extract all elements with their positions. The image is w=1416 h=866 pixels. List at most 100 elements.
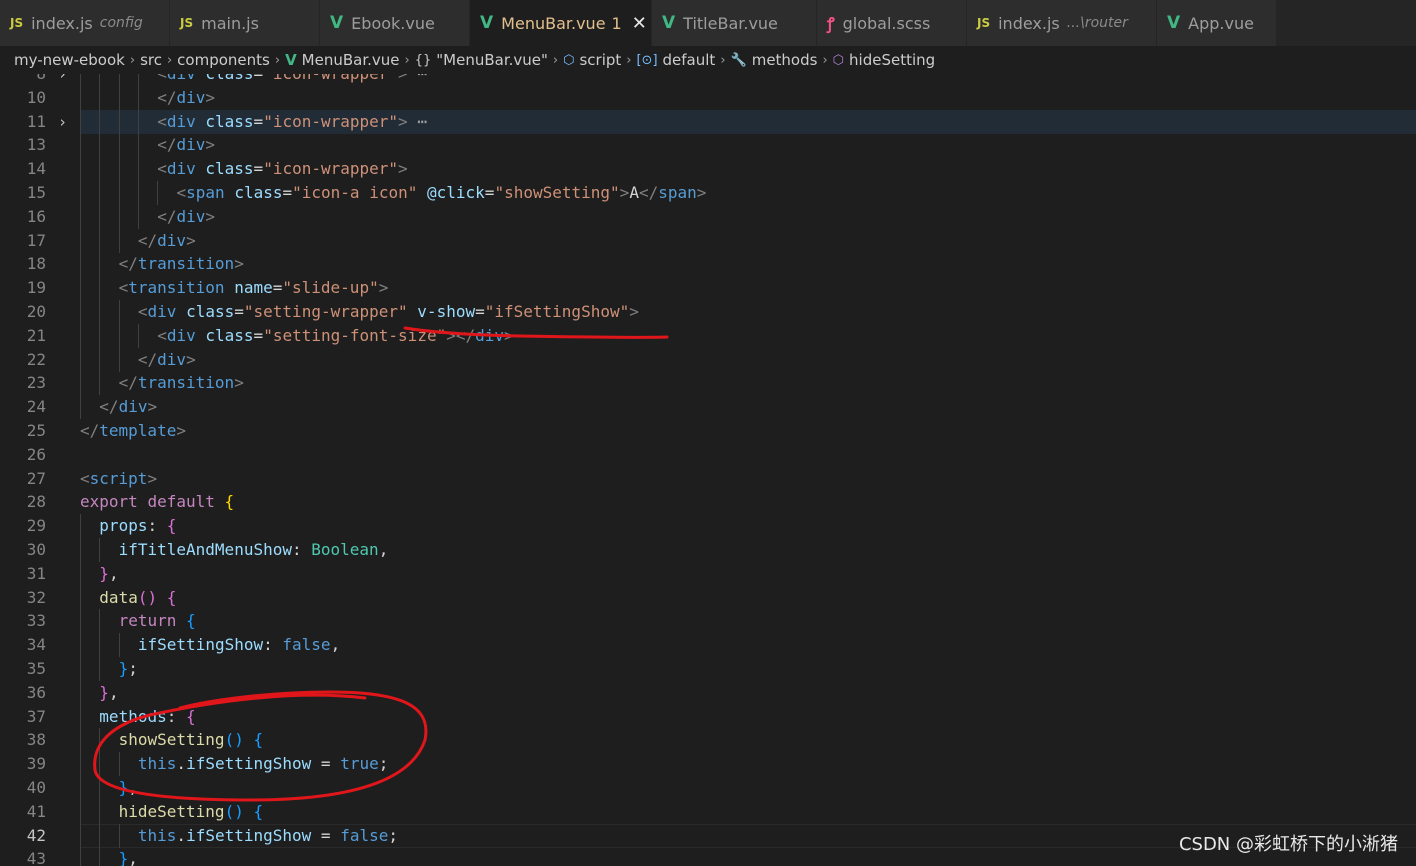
chevron-right-icon: › [404,52,410,68]
code-line[interactable]: 19 <transition name="slide-up"> [0,276,1416,301]
code-text: ifTitleAndMenuShow: Boolean, [118,540,389,559]
line-number: 11 [26,111,46,131]
indent-guide [80,157,81,182]
tab-ebook-vue[interactable]: V Ebook.vue [320,0,470,46]
indent-guide [137,109,139,134]
close-icon[interactable]: ✕ [632,13,647,34]
tab-main-js[interactable]: JS main.js [170,0,320,46]
code-line[interactable]: 37 methods: { [0,704,1416,729]
breadcrumb-item[interactable]: [⊙] default [636,51,715,69]
code-line[interactable]: 18 </transition> [0,252,1416,277]
code-line[interactable]: 11 › <div class="icon-wrapper"> ⋯ [0,109,1416,134]
vue-file-icon: V [662,13,676,33]
tab-global-scss[interactable]: ꝭ global.scss [817,0,967,46]
indent-guide [99,776,101,800]
breadcrumb-item[interactable]: ⬡ hideSetting [833,51,936,69]
code-line[interactable]: 36}, [0,680,1416,705]
watermark: CSDN @彩虹桥下的小淅猪 [1178,834,1398,855]
indent-guide [80,585,81,610]
code-line[interactable]: 26 [0,443,1416,467]
code-line[interactable]: 20 <div class="setting-wrapper" v-show="i… [0,300,1416,324]
line-number: 31 [26,563,46,583]
tab-label: main.js [201,13,259,33]
code-line[interactable]: 35}; [0,657,1416,681]
code-line[interactable]: 33 return { [0,609,1416,634]
line-number: 16 [26,206,46,226]
tab-label: Ebook.vue [351,13,435,33]
code-text: this.ifSettingShow = true; [137,754,389,774]
breadcrumb-item[interactable]: src [140,51,162,69]
tab-label: TitleBar.vue [683,13,778,33]
breadcrumb-item[interactable]: V MenuBar.vue [285,51,399,69]
code-line[interactable]: 8 › <div class="icon-wrapper"> ⋯ [0,74,1416,86]
code-line[interactable]: 30 ifTitleAndMenuShow: Boolean, [0,538,1416,562]
code-line[interactable]: 27 <script> [0,467,1416,491]
code-line[interactable]: 31}, [0,561,1416,586]
breadcrumb-item[interactable]: {} "MenuBar.vue" [415,51,548,69]
code-line[interactable]: 22 </div> [0,347,1416,372]
code-text: <script> [80,468,158,488]
code-text: }, [118,778,138,797]
code-line[interactable]: 32 data() { [0,585,1416,610]
line-number: 41 [26,801,46,821]
breadcrumb-item[interactable]: 🔧 methods [731,51,818,69]
fold-chevron-icon[interactable]: › [58,74,67,86]
line-number: 24 [26,397,46,417]
code-line[interactable]: 15 <span class="icon-a icon" @click="show… [0,181,1416,205]
code-line[interactable]: 17 </div> [0,228,1416,253]
chevron-right-icon: › [274,52,281,68]
code-line[interactable]: 39 this.ifSettingShow = true; [0,752,1416,777]
tab-label: global.scss [842,13,931,33]
code-line[interactable]: 38 showSetting() { [0,728,1416,753]
line-number: 36 [26,682,46,702]
tab-app-vue[interactable]: V App.vue [1157,0,1277,46]
code-text: }, [99,682,119,702]
indent-guide [137,85,139,110]
fold-chevron-icon[interactable]: › [58,110,67,134]
code-line[interactable]: 25 </template> [0,419,1416,443]
tab-titlebar-vue[interactable]: V TitleBar.vue [652,0,817,46]
code-text: </div> [137,230,196,250]
code-text: </div> [157,87,215,107]
line-number: 15 [26,183,46,202]
chevron-right-icon: › [626,52,632,68]
indent-guide [118,157,120,182]
breadcrumb-item[interactable]: my-new-ebook [14,51,125,69]
indent-guide [80,728,81,753]
code-editor[interactable]: 8›<div class="icon-wrapper"> ⋯10 </div> 11… [0,74,1416,866]
code-text: }, [99,563,119,583]
breadcrumb-item[interactable]: ⬡ script [563,51,621,69]
code-line[interactable]: 21 <div class="setting-font-size"></div> [0,323,1416,348]
code-line[interactable]: 28 export default { [0,490,1416,514]
indent-guide [80,514,81,539]
tab-index-js[interactable]: JS index.js ...\router [967,0,1157,46]
indent-guide [99,133,101,158]
line-number: 10 [26,87,46,107]
indent-guide [99,799,101,824]
problem-count-badge: 1 [611,13,622,33]
code-line[interactable]: 29 props: { [0,514,1416,539]
indent-guide [137,157,139,182]
code-line[interactable]: 13 </div> [0,133,1416,158]
tab-menubar-vue[interactable]: V MenuBar.vue 1 ✕ [470,0,652,46]
tab-index-js[interactable]: JS index.js config [0,0,170,46]
indent-guide [99,752,101,777]
code-line[interactable]: 40}, [0,776,1416,800]
scss-file-icon: ꝭ [827,14,835,33]
code-line[interactable]: 10 </div> [0,85,1416,110]
code-line[interactable]: 41 hideSetting() { [0,799,1416,824]
indent-guide [80,538,81,562]
breadcrumb-item[interactable]: components [177,51,270,69]
breadcrumb-label: src [140,51,162,69]
code-line[interactable]: 24 </div> [0,395,1416,420]
code-line[interactable]: 14 <div class="icon-wrapper"> [0,157,1416,182]
indent-guide [118,181,120,205]
code-line[interactable]: 23 </transition> [0,371,1416,396]
code-text: </transition> [118,254,244,274]
indent-guide [80,704,81,729]
code-line[interactable]: 16 </div> [0,204,1416,229]
braces-icon: {} [414,52,432,68]
chevron-right-icon: › [129,52,136,68]
code-line[interactable]: 34 ifSettingShow: false, [0,633,1416,658]
code-text: props: { [99,516,177,536]
